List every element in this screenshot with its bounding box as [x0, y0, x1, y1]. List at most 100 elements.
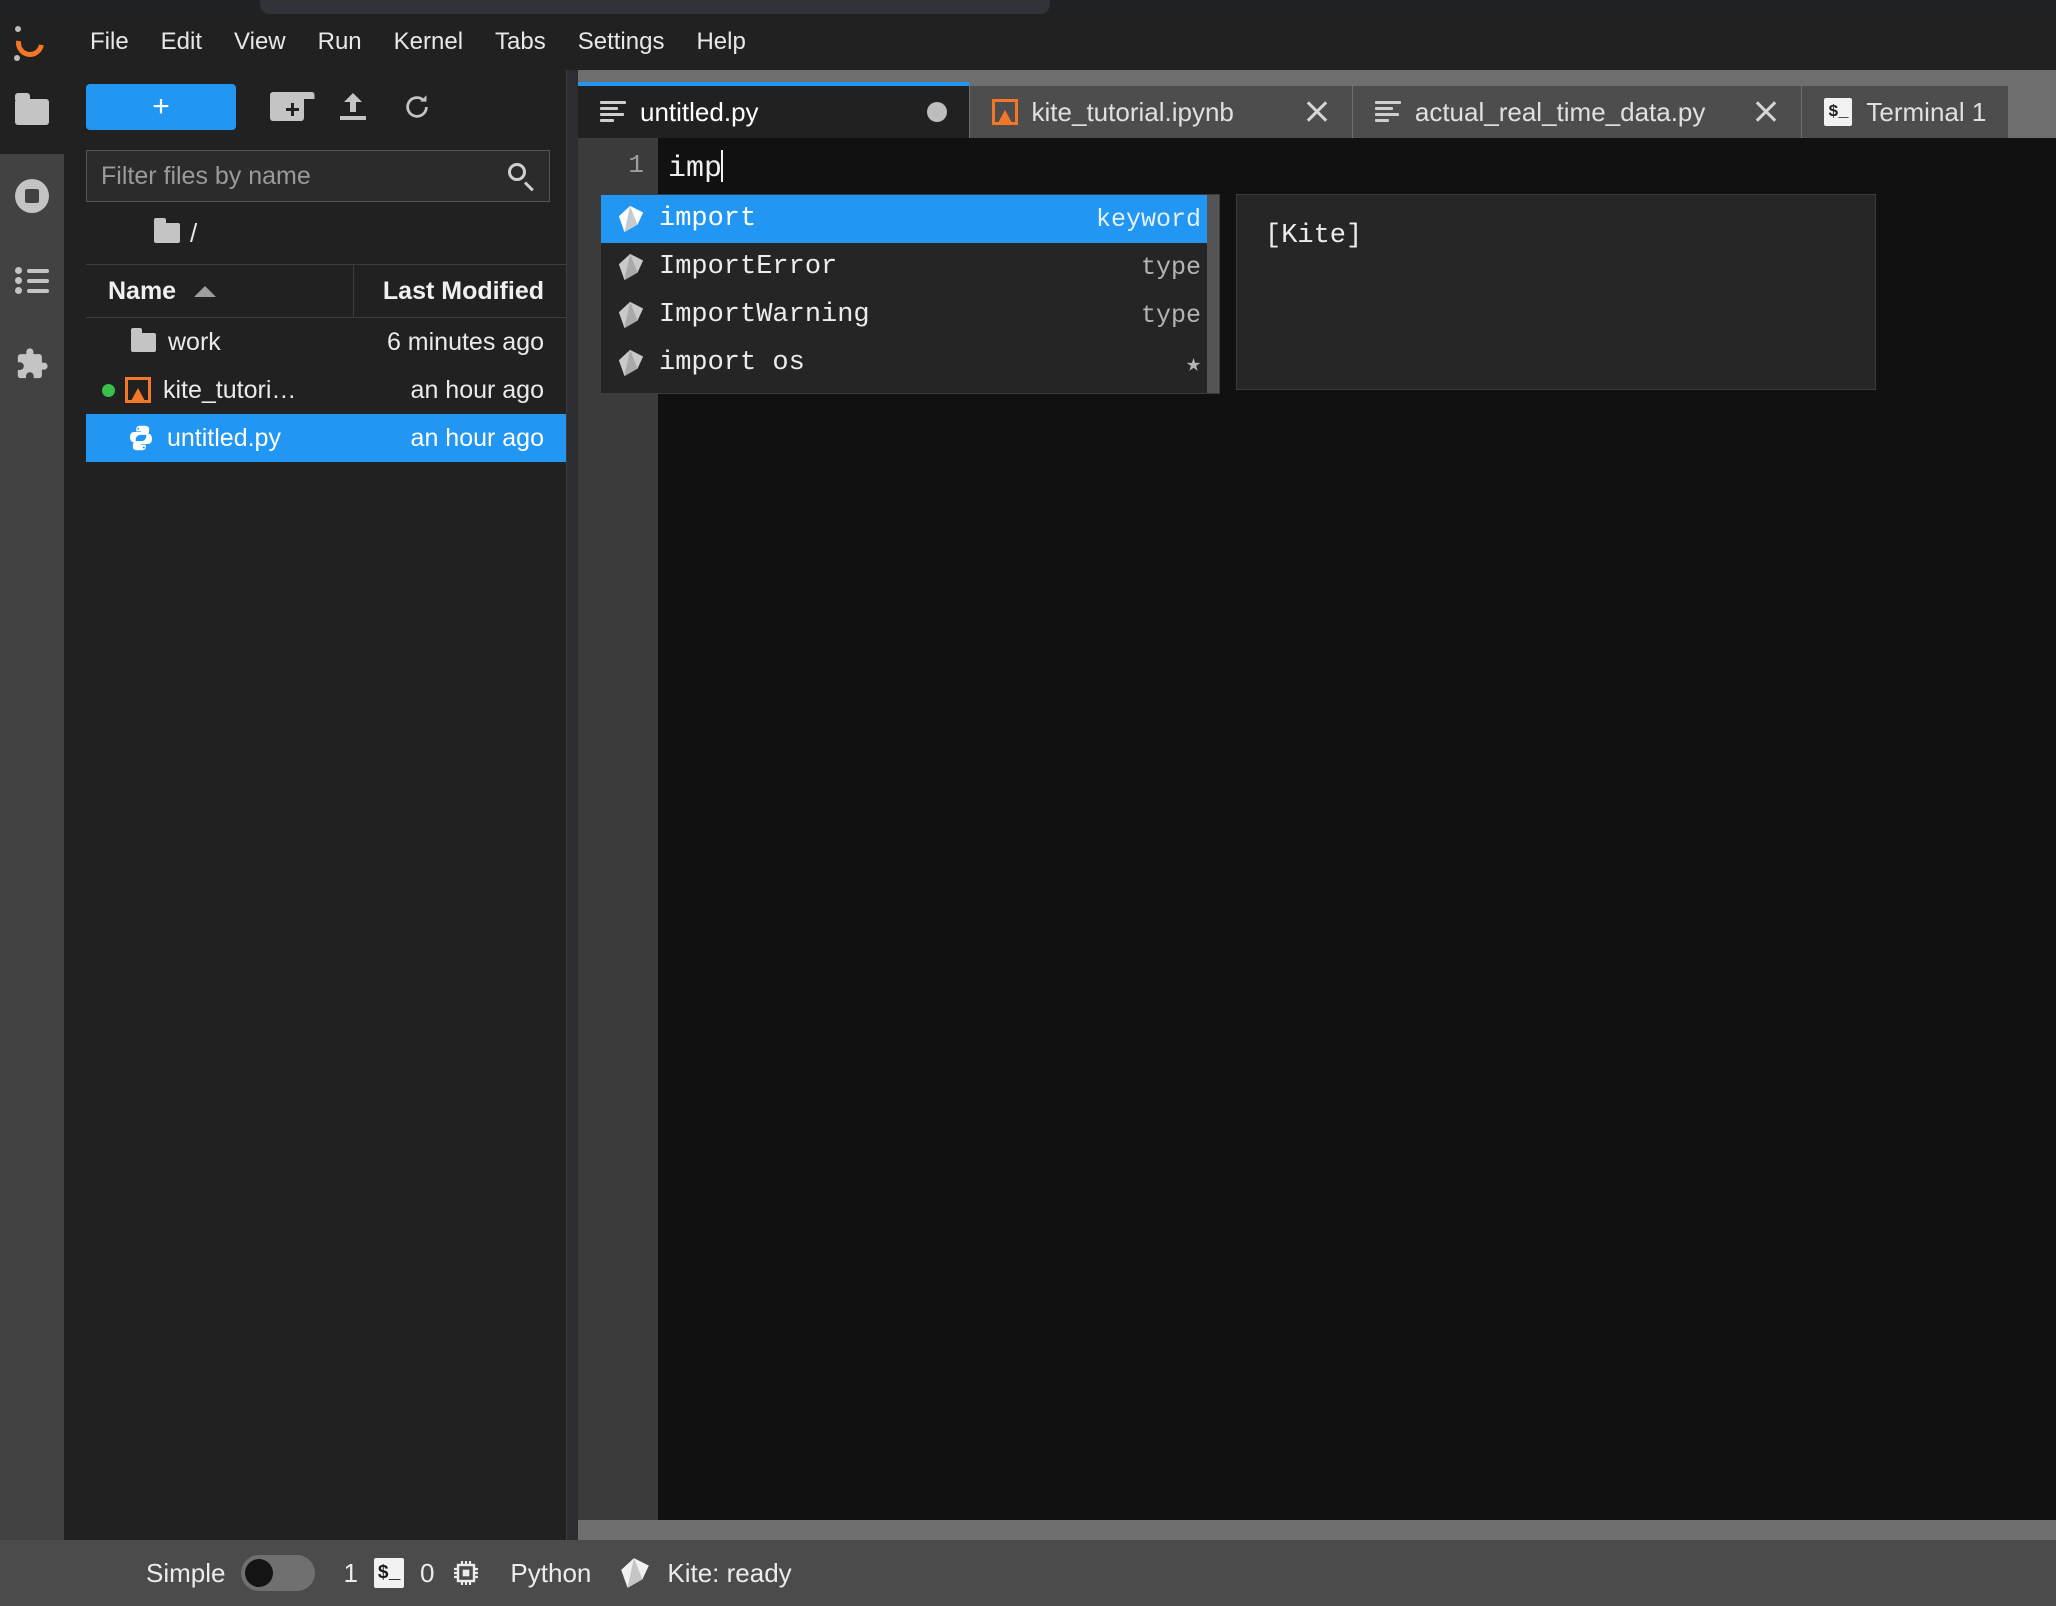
line-number: 1 [628, 150, 644, 180]
code-editor[interactable]: 1 imp import keyword ImportError type Im… [578, 138, 2056, 1520]
kite-icon [618, 253, 644, 281]
completer-scrollbar[interactable] [1207, 195, 1219, 393]
completion-documentation-text: [Kite] [1265, 221, 1363, 251]
terminal-icon: $_ [1824, 98, 1853, 126]
close-icon[interactable] [1753, 99, 1779, 125]
kite-status-label: Kite: ready [667, 1557, 792, 1588]
editor-code-line[interactable]: imp [668, 150, 724, 186]
completion-item[interactable]: import os ★ [601, 339, 1219, 387]
simple-mode-toggle[interactable] [241, 1555, 316, 1591]
close-icon[interactable] [1304, 99, 1330, 125]
status-bar: Simple 1 $_ 0 Python Kite: ready [0, 1540, 2056, 1606]
column-header-last-modified[interactable]: Last Modified [354, 277, 566, 306]
main-dock-area: untitled.py kite_tutorial.ipynb actual_r… [578, 70, 2056, 1540]
tab-untitled-py[interactable]: untitled.py [578, 82, 970, 138]
autocomplete-popup[interactable]: import keyword ImportError type ImportWa… [600, 194, 1220, 394]
menu-item-tabs[interactable]: Tabs [479, 22, 562, 62]
sidebar-item-commands[interactable] [0, 238, 64, 322]
list-item-label: untitled.py [167, 423, 281, 452]
upload-icon[interactable] [338, 93, 368, 121]
breadcrumb-root[interactable]: / [190, 218, 197, 249]
notebook-icon [125, 377, 151, 403]
stop-circle-icon [15, 179, 49, 213]
text-caret [721, 150, 724, 182]
completion-documentation-panel: [Kite] [1236, 194, 1876, 390]
kite-icon [618, 301, 644, 329]
kite-status-group[interactable]: Kite: ready [605, 1556, 805, 1590]
window-chrome-bump [260, 0, 1050, 14]
menu-item-file[interactable]: File [74, 22, 145, 62]
completion-type: type [1140, 252, 1201, 282]
simple-mode-group[interactable]: Simple [132, 1555, 329, 1591]
sidebar-item-running-sessions[interactable] [0, 154, 64, 238]
list-item-modified: an hour ago [410, 375, 544, 404]
completion-item[interactable]: ImportError type [601, 243, 1219, 291]
unsaved-changes-icon[interactable] [926, 102, 947, 122]
file-browser-toolbar: + [64, 70, 566, 144]
menu-item-help[interactable]: Help [680, 22, 761, 62]
jupyter-logo-icon [8, 20, 52, 64]
menu-item-kernel[interactable]: Kernel [378, 22, 479, 62]
file-browser-panel: + / Name [64, 70, 567, 1540]
list-item-name-cell: work [102, 327, 354, 357]
kite-icon [618, 205, 644, 233]
menu-item-edit[interactable]: Edit [145, 22, 218, 62]
column-header-name-label: Name [108, 276, 177, 305]
tab-label: untitled.py [640, 96, 759, 127]
sort-ascending-icon [194, 285, 217, 297]
search-input[interactable] [101, 161, 507, 191]
notebook-icon [991, 99, 1018, 125]
chip-icon [454, 1561, 479, 1585]
list-item-modified: an hour ago [410, 423, 544, 452]
running-indicator-dot [102, 383, 115, 397]
text-file-icon [600, 100, 626, 124]
new-launcher-button[interactable]: + [86, 84, 236, 130]
filter-files-box[interactable] [86, 150, 550, 202]
list-item-modified: 6 minutes ago [386, 327, 544, 356]
column-header-name[interactable]: Name [86, 265, 354, 317]
kernel-name-group[interactable]: Python [496, 1558, 605, 1589]
terminal-count: 1 [343, 1557, 358, 1588]
python-icon [130, 425, 152, 451]
completion-item[interactable]: import keyword [601, 195, 1219, 243]
list-item[interactable]: work 6 minutes ago [86, 318, 566, 366]
sidebar-item-extension-manager[interactable] [0, 322, 64, 406]
completion-label: import os [659, 348, 805, 378]
file-list-header: Name Last Modified [86, 264, 566, 318]
window-chrome [0, 0, 2056, 14]
menu-item-view[interactable]: View [218, 22, 302, 62]
list-item-name-cell: untitled.py [102, 424, 354, 453]
tab-label: Terminal 1 [1866, 96, 1987, 127]
menu-item-run[interactable]: Run [302, 22, 378, 62]
search-icon [507, 162, 535, 192]
editor-code-text: imp [668, 152, 723, 186]
completion-label: import [659, 204, 757, 234]
list-icon [15, 267, 49, 294]
new-folder-icon[interactable] [270, 91, 315, 121]
tab-actual-real-time-data-py[interactable]: actual_real_time_data.py [1352, 86, 1803, 138]
tab-terminal-1[interactable]: $_ Terminal 1 [1802, 86, 2010, 138]
list-item[interactable]: kite_tutori… an hour ago [86, 366, 566, 414]
folder-icon [131, 327, 156, 352]
kernel-count: 0 [419, 1557, 435, 1588]
completion-type: ★ [1185, 349, 1201, 379]
sidebar-item-file-browser[interactable] [0, 70, 64, 154]
menu-bar: File Edit View Run Kernel Tabs Settings … [0, 14, 2056, 70]
tab-kite-tutorial-ipynb[interactable]: kite_tutorial.ipynb [969, 86, 1353, 138]
tab-label: actual_real_time_data.py [1414, 96, 1706, 127]
list-item[interactable]: untitled.py an hour ago [86, 414, 566, 462]
simple-mode-label: Simple [146, 1557, 226, 1588]
folder-icon [154, 218, 180, 243]
completion-item[interactable]: ImportWarning type [601, 291, 1219, 339]
completion-label: ImportError [659, 252, 838, 282]
terminal-count-group[interactable]: 1 $_ 0 [329, 1557, 496, 1589]
menu-item-settings[interactable]: Settings [562, 22, 681, 62]
breadcrumb[interactable]: / [64, 202, 566, 264]
jupyterlab-window: File Edit View Run Kernel Tabs Settings … [0, 0, 2056, 1606]
completion-label: ImportWarning [659, 300, 870, 330]
list-item-label: work [168, 327, 221, 356]
text-file-icon [1374, 100, 1401, 124]
completion-type: keyword [1095, 204, 1201, 234]
refresh-icon[interactable] [402, 92, 432, 122]
list-item-label: kite_tutori… [163, 375, 297, 404]
